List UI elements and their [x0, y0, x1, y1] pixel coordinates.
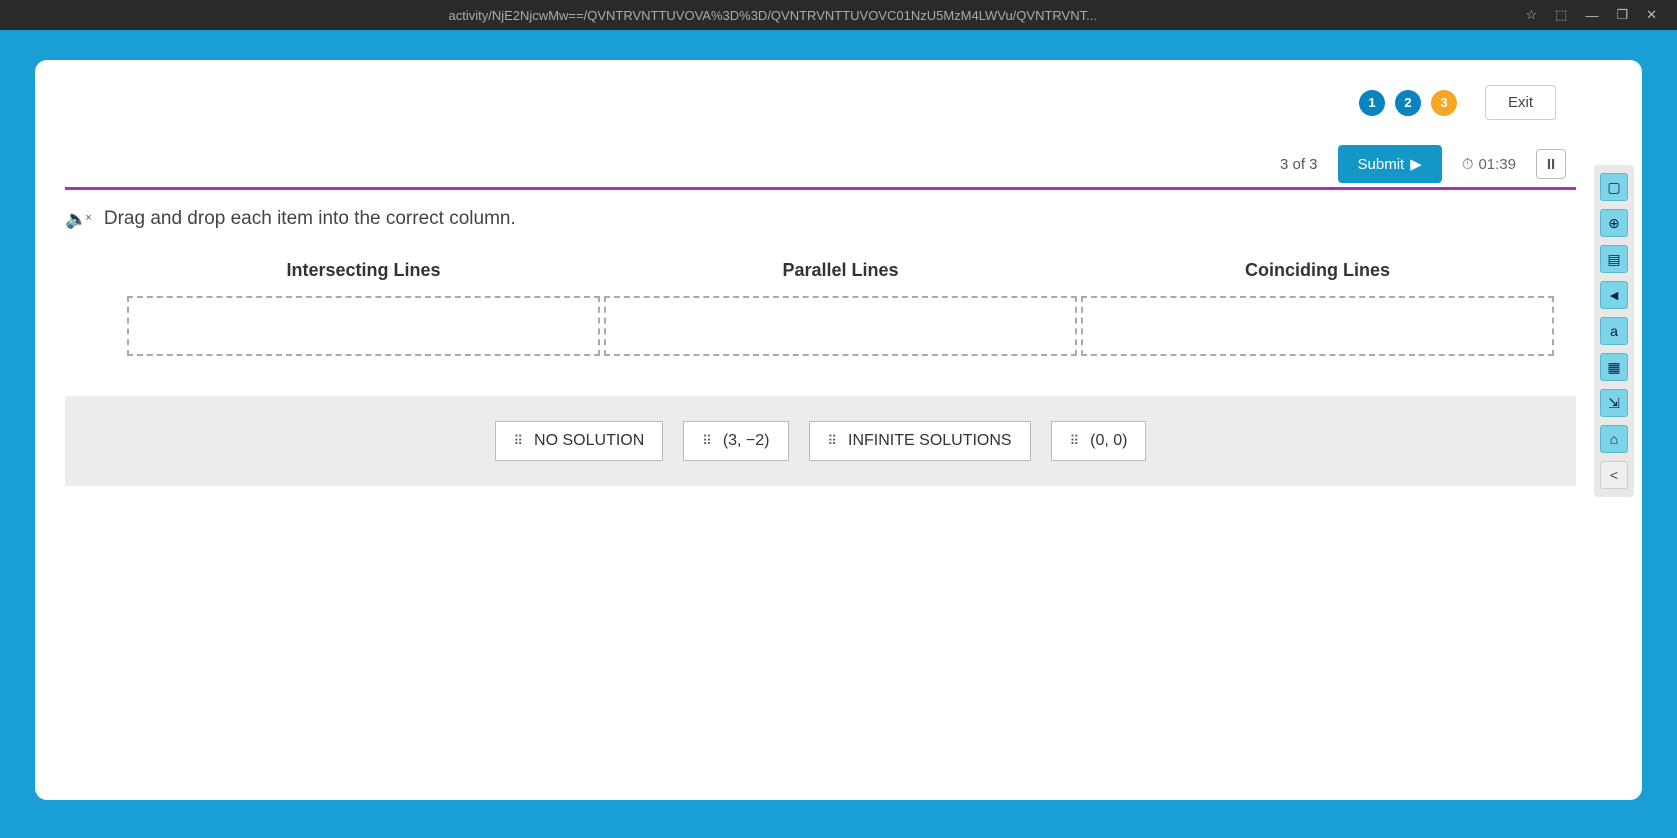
tool-grid-icon[interactable]: ▦	[1600, 353, 1628, 381]
app-frame: 1 2 3 Exit 3 of 3 Submit ▶ ⏱ 01:39 II 🔈×…	[35, 60, 1642, 800]
drop-zone-coinciding[interactable]	[1081, 296, 1554, 356]
step-dot-2[interactable]: 2	[1395, 90, 1421, 116]
extension-icon[interactable]: ⬚	[1555, 7, 1567, 23]
columns-area: Intersecting Lines Parallel Lines Coinci…	[65, 260, 1576, 356]
main-column: 1 2 3 Exit 3 of 3 Submit ▶ ⏱ 01:39 II 🔈×…	[35, 85, 1586, 800]
drop-zone-parallel[interactable]	[604, 296, 1077, 356]
browser-controls: ☆ ⬚ — ❐ ✕	[1525, 7, 1657, 23]
chip-infinite-solutions[interactable]: ⠿ INFINITE SOLUTIONS	[809, 421, 1031, 461]
tool-export-icon[interactable]: ⇲	[1600, 389, 1628, 417]
tool-note-icon[interactable]: ▢	[1600, 173, 1628, 201]
submit-label: Submit	[1358, 156, 1405, 173]
instruction-row: 🔈× Drag and drop each item into the corr…	[65, 208, 1576, 230]
mute-x-icon: ×	[85, 212, 91, 224]
column-header: Intersecting Lines	[125, 260, 602, 281]
column-header: Parallel Lines	[602, 260, 1079, 281]
tool-add-icon[interactable]: ⊕	[1600, 209, 1628, 237]
chip-label: (0, 0)	[1090, 432, 1127, 450]
step-dot-3[interactable]: 3	[1431, 90, 1457, 116]
tool-text-icon[interactable]: a	[1600, 317, 1628, 345]
exit-button[interactable]: Exit	[1485, 85, 1556, 120]
drag-handle-icon: ⠿	[514, 438, 525, 444]
drag-handle-icon: ⠿	[1070, 438, 1081, 444]
url-text: activity/NjE2NjcwMw==/QVNTRVNTTUVOVA%3D%…	[20, 8, 1525, 23]
chip-label: (3, −2)	[723, 432, 770, 450]
progress-line	[65, 187, 1576, 190]
clock-icon: ⏱	[1462, 156, 1474, 173]
progress-label: 3 of 3	[1280, 156, 1318, 173]
drag-handle-icon: ⠿	[702, 438, 713, 444]
browser-bar: activity/NjE2NjcwMw==/QVNTRVNTTUVOVA%3D%…	[0, 0, 1677, 30]
chip-point-0-0[interactable]: ⠿ (0, 0)	[1051, 421, 1147, 461]
chip-label: NO SOLUTION	[534, 432, 644, 450]
chip-point-3-neg2[interactable]: ⠿ (3, −2)	[683, 421, 788, 461]
timer: ⏱ 01:39	[1462, 156, 1516, 173]
pause-button[interactable]: II	[1536, 149, 1566, 179]
timer-value: 01:39	[1478, 156, 1516, 173]
window-close-icon[interactable]: ✕	[1646, 7, 1657, 23]
chips-bar: ⠿ NO SOLUTION ⠿ (3, −2) ⠿ INFINITE SOLUT…	[65, 396, 1576, 486]
header-row: 1 2 3 Exit	[65, 85, 1576, 120]
column-header: Coinciding Lines	[1079, 260, 1556, 281]
tool-collapse-icon[interactable]: <	[1600, 461, 1628, 489]
column-intersecting: Intersecting Lines	[125, 260, 602, 356]
speaker-muted-icon[interactable]: 🔈×	[65, 209, 94, 230]
drag-handle-icon: ⠿	[828, 438, 839, 444]
tool-list-icon[interactable]: ▤	[1600, 245, 1628, 273]
chip-label: INFINITE SOLUTIONS	[848, 432, 1012, 450]
tool-flag-icon[interactable]: ◄	[1600, 281, 1628, 309]
window-min-icon[interactable]: —	[1585, 8, 1598, 23]
side-toolbar: ▢ ⊕ ▤ ◄ a ▦ ⇲ ⌂ <	[1594, 165, 1634, 497]
window-restore-icon[interactable]: ❐	[1616, 7, 1628, 23]
instruction-text: Drag and drop each item into the correct…	[104, 208, 516, 230]
drop-zone-intersecting[interactable]	[127, 296, 600, 356]
submit-button[interactable]: Submit ▶	[1338, 145, 1442, 183]
status-row: 3 of 3 Submit ▶ ⏱ 01:39 II	[65, 145, 1576, 183]
column-coinciding: Coinciding Lines	[1079, 260, 1556, 356]
tool-home-icon[interactable]: ⌂	[1600, 425, 1628, 453]
chip-no-solution[interactable]: ⠿ NO SOLUTION	[495, 421, 664, 461]
column-parallel: Parallel Lines	[602, 260, 1079, 356]
star-icon[interactable]: ☆	[1525, 7, 1537, 23]
play-icon: ▶	[1410, 155, 1422, 173]
step-dot-1[interactable]: 1	[1359, 90, 1385, 116]
